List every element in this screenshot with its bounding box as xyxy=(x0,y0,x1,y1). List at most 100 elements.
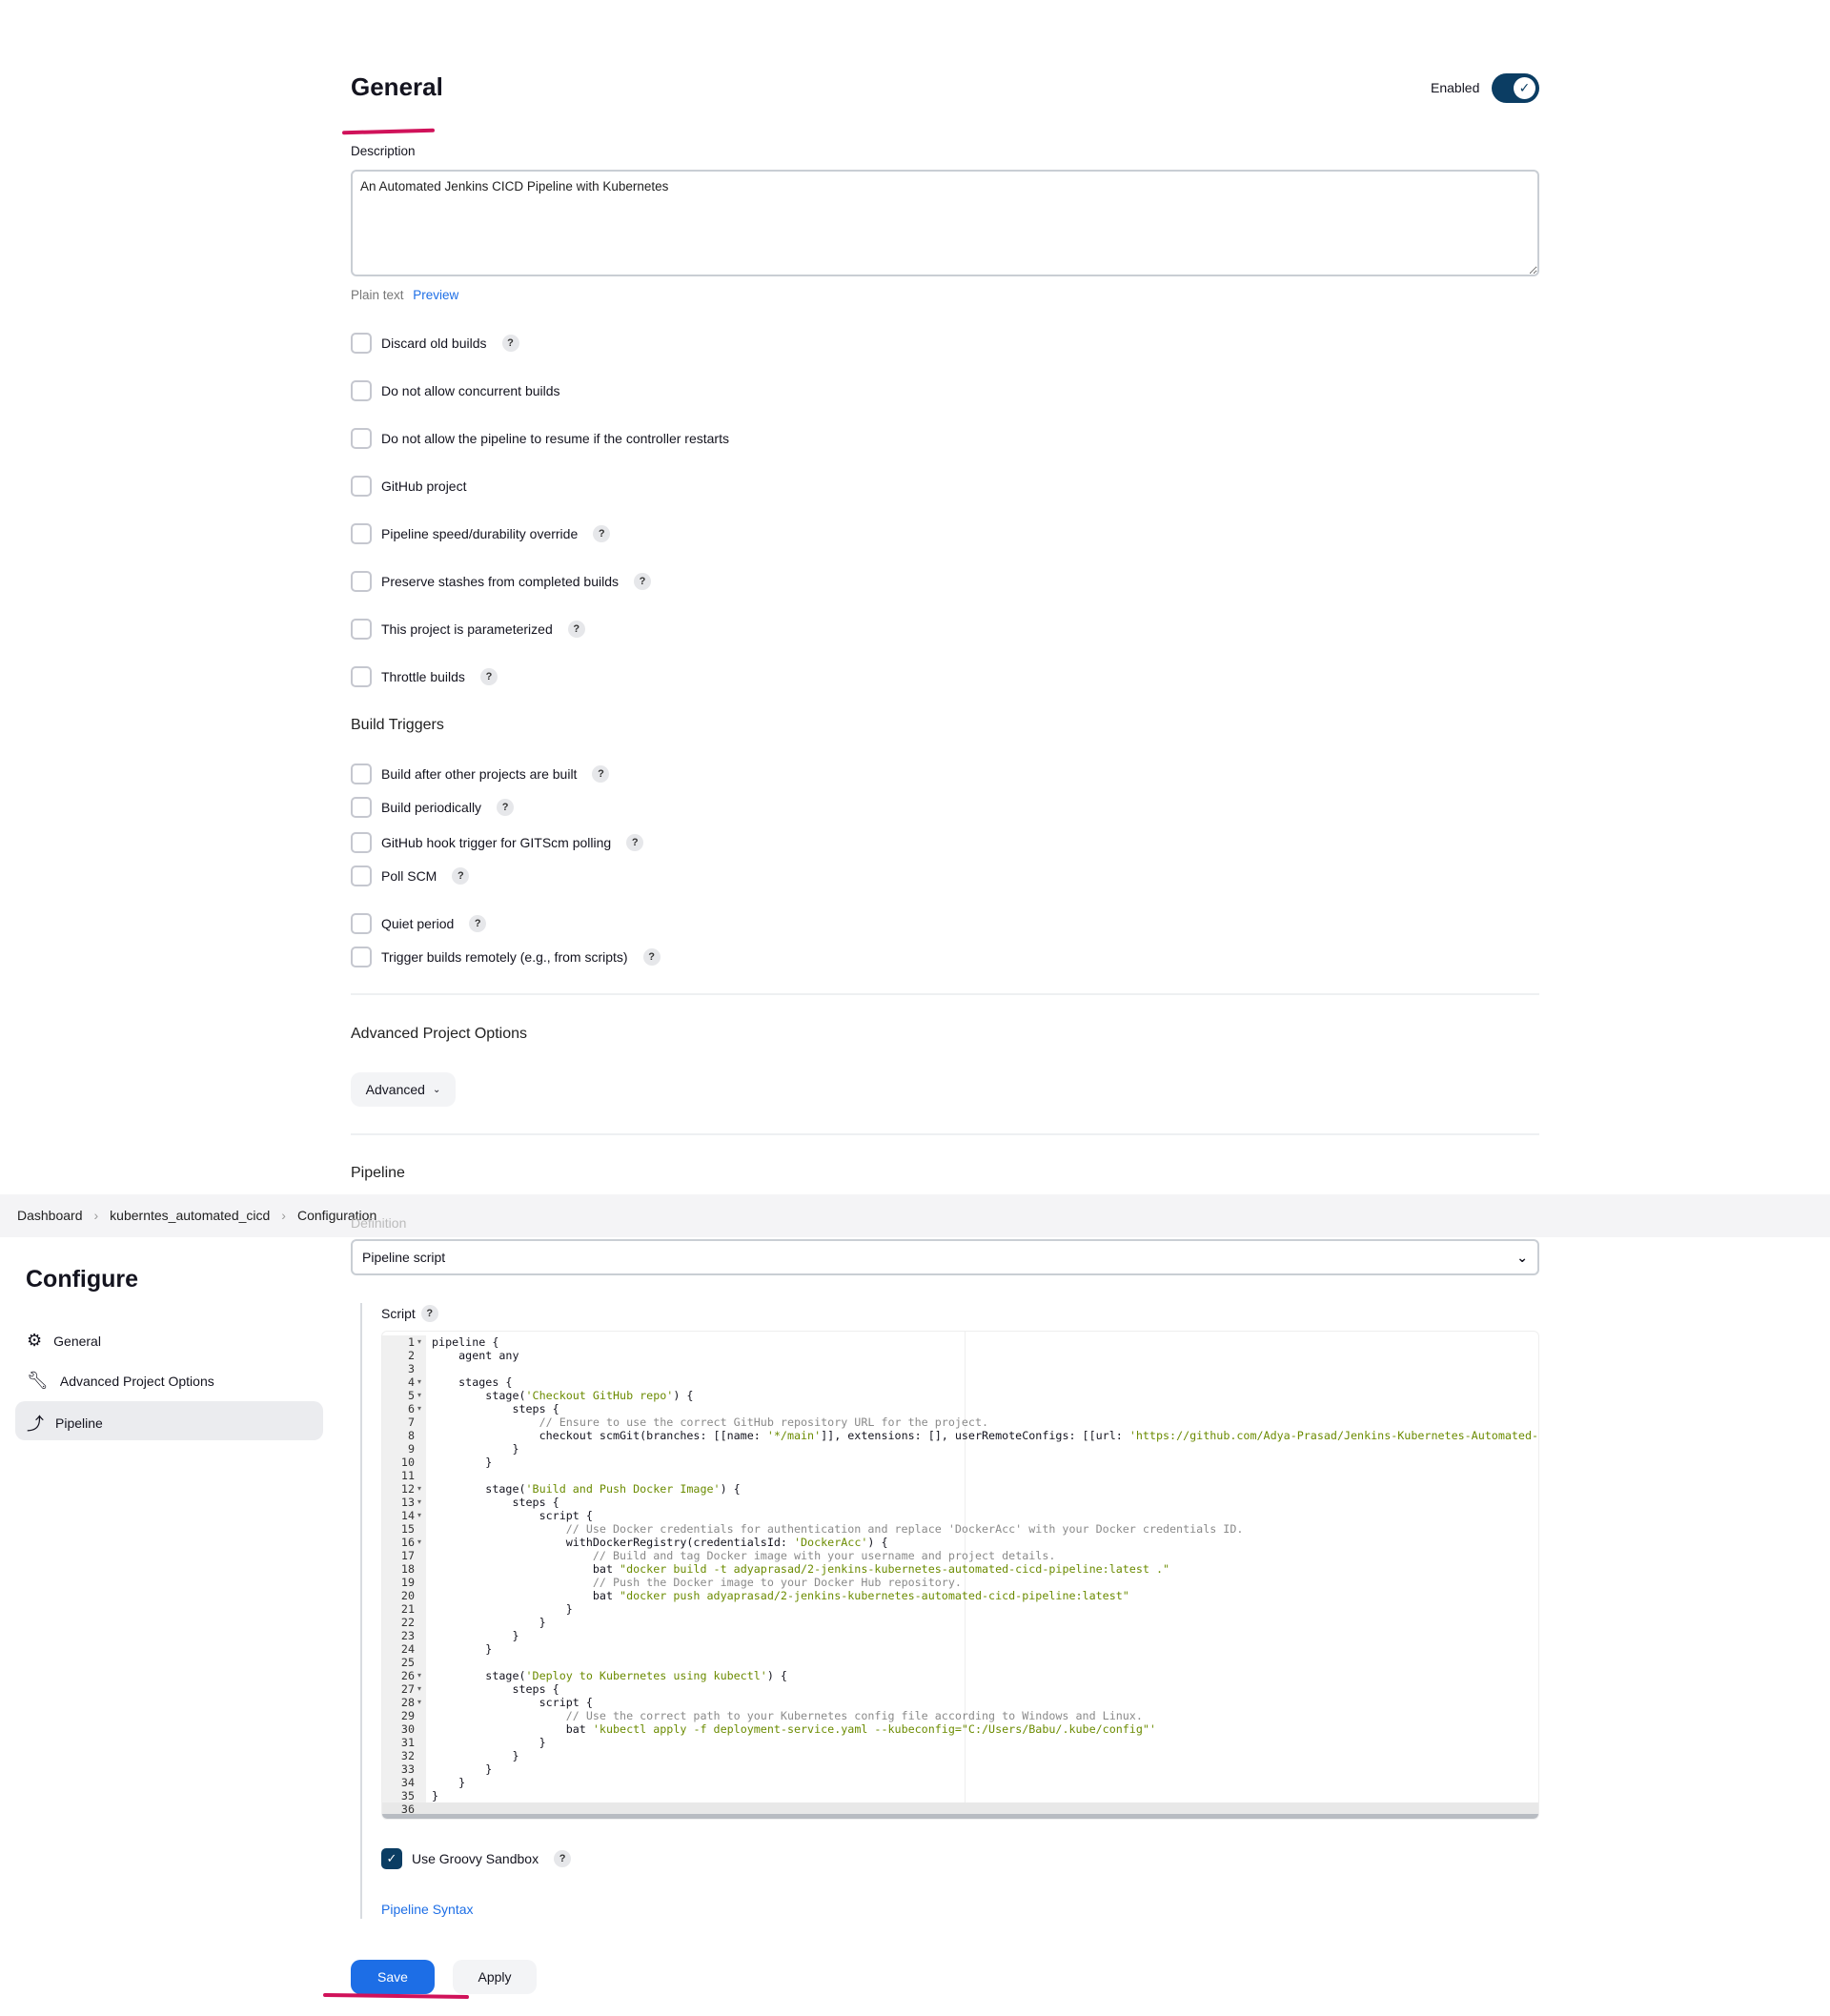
definition-select[interactable]: Pipeline script ⌄ xyxy=(351,1239,1539,1275)
general-checkbox[interactable] xyxy=(351,523,372,544)
code-line: bat "docker build -t adyaprasad/2-jenkin… xyxy=(432,1562,1170,1576)
line-number: 11 xyxy=(400,1469,415,1482)
general-checkbox[interactable] xyxy=(351,428,372,449)
help-icon[interactable]: ? xyxy=(501,335,519,352)
trigger-option: GitHub hook trigger for GITScm polling? xyxy=(351,832,644,853)
help-icon[interactable]: ? xyxy=(469,915,487,932)
section-title-general: General xyxy=(351,72,443,101)
advanced-button[interactable]: Advanced ⌄ xyxy=(351,1072,456,1107)
code-line: } xyxy=(432,1456,493,1469)
code-line: steps { xyxy=(432,1402,559,1415)
line-number: 19 xyxy=(400,1576,415,1589)
help-icon[interactable]: ? xyxy=(593,525,611,542)
sidebar-item-label: General xyxy=(53,1333,101,1349)
line-number: 12 xyxy=(400,1482,415,1496)
trigger-checkbox[interactable] xyxy=(351,764,372,784)
line-number: 16 xyxy=(400,1536,415,1549)
script-label: Script xyxy=(381,1306,416,1321)
help-icon[interactable]: ? xyxy=(634,573,651,590)
general-checkbox[interactable] xyxy=(351,666,372,687)
fold-arrow-icon[interactable]: ▾ xyxy=(417,1537,421,1546)
fold-arrow-icon[interactable]: ▾ xyxy=(417,1404,421,1413)
line-number: 6 xyxy=(407,1402,415,1415)
preview-link[interactable]: Preview xyxy=(413,288,458,302)
line-number: 20 xyxy=(400,1589,415,1602)
fold-arrow-icon[interactable]: ▾ xyxy=(417,1497,421,1506)
help-icon[interactable]: ? xyxy=(592,765,610,783)
description-input[interactable]: An Automated Jenkins CICD Pipeline with … xyxy=(351,170,1539,276)
fold-arrow-icon[interactable]: ▾ xyxy=(417,1377,421,1386)
general-checkbox[interactable] xyxy=(351,619,372,640)
help-icon[interactable]: ? xyxy=(420,1305,438,1322)
fold-arrow-icon[interactable]: ▾ xyxy=(417,1684,421,1693)
groovy-sandbox-checkbox[interactable]: ✓ xyxy=(381,1848,402,1869)
horizontal-scrollbar[interactable] xyxy=(382,1814,1538,1819)
chevron-down-icon: ⌄ xyxy=(1516,1249,1528,1265)
code-line: } xyxy=(432,1789,439,1802)
general-checkbox[interactable] xyxy=(351,476,372,497)
line-number: 22 xyxy=(400,1616,415,1629)
line-number: 25 xyxy=(400,1656,415,1669)
sidebar-item-advanced[interactable]: 🔧︎ Advanced Project Options xyxy=(27,1371,214,1391)
trigger-checkbox[interactable] xyxy=(351,865,372,886)
code-line: // Ensure to use the correct GitHub repo… xyxy=(539,1415,989,1429)
sidebar-item-pipeline[interactable]: ⤴ Pipeline xyxy=(27,1411,103,1436)
fold-arrow-icon[interactable]: ▾ xyxy=(417,1484,421,1493)
code-line: } xyxy=(432,1629,519,1642)
code-line: // Use the correct path to your Kubernet… xyxy=(565,1709,1143,1722)
script-editor[interactable]: 1 ▾ pipeline {2 agent any 3 4 ▾ stages {5 ▾ st… xyxy=(381,1331,1539,1820)
general-checkbox[interactable] xyxy=(351,571,372,592)
sidebar-item-label: Pipeline xyxy=(55,1415,103,1431)
help-icon[interactable]: ? xyxy=(452,867,470,885)
enabled-label: Enabled xyxy=(1431,80,1480,95)
trigger-option: Quiet period? xyxy=(351,913,487,934)
line-number: 34 xyxy=(400,1776,415,1789)
breadcrumb-dashboard[interactable]: Dashboard xyxy=(17,1208,83,1223)
divider xyxy=(351,1133,1539,1135)
code-line: withDockerRegistry(credentialsId: 'Docke… xyxy=(432,1536,888,1549)
code-line: } xyxy=(432,1736,546,1749)
save-button[interactable]: Save xyxy=(351,1960,435,1994)
section-rule xyxy=(360,1303,362,1919)
general-checkbox[interactable] xyxy=(351,333,372,354)
help-icon[interactable]: ? xyxy=(479,668,498,685)
annotation-underline xyxy=(341,128,436,135)
line-number: 15 xyxy=(400,1522,415,1536)
help-icon[interactable]: ? xyxy=(554,1850,572,1867)
option-label: Pipeline speed/durability override xyxy=(381,526,579,541)
fold-arrow-icon[interactable]: ▾ xyxy=(417,1337,421,1346)
enabled-toggle[interactable]: ✓ xyxy=(1492,73,1539,103)
general-option: Discard old builds? xyxy=(351,333,519,354)
fold-arrow-icon[interactable]: ▾ xyxy=(417,1698,421,1706)
trigger-checkbox[interactable] xyxy=(351,797,372,818)
code-line: } xyxy=(432,1776,466,1789)
line-number: 9 xyxy=(407,1442,415,1456)
code-line: // Push the Docker image to your Docker … xyxy=(592,1576,962,1589)
definition-label: Definition xyxy=(351,1215,407,1231)
sidebar-title: Configure xyxy=(26,1266,139,1293)
fold-arrow-icon[interactable]: ▾ xyxy=(417,1671,421,1680)
divider xyxy=(351,993,1539,995)
help-icon[interactable]: ? xyxy=(626,834,644,851)
general-option: Do not allow the pipeline to resume if t… xyxy=(351,428,729,449)
trigger-checkbox[interactable] xyxy=(351,947,372,967)
option-label: Quiet period xyxy=(381,916,455,931)
help-icon[interactable]: ? xyxy=(567,621,585,638)
help-icon[interactable]: ? xyxy=(497,799,515,816)
fold-arrow-icon[interactable]: ▾ xyxy=(417,1391,421,1399)
general-checkbox[interactable] xyxy=(351,380,372,401)
pipeline-syntax-link[interactable]: Pipeline Syntax xyxy=(381,1902,474,1917)
help-icon[interactable]: ? xyxy=(642,948,661,966)
sidebar-item-general[interactable]: ⚙ General xyxy=(27,1331,101,1351)
line-number: 31 xyxy=(400,1736,415,1749)
breadcrumb-job[interactable]: kuberntes_automated_cicd xyxy=(110,1208,270,1223)
line-number: 32 xyxy=(400,1749,415,1762)
option-label: Trigger builds remotely (e.g., from scri… xyxy=(381,949,628,965)
fold-arrow-icon[interactable]: ▾ xyxy=(417,1511,421,1519)
line-number: 2 xyxy=(407,1349,415,1362)
trigger-checkbox[interactable] xyxy=(351,913,372,934)
trigger-checkbox[interactable] xyxy=(351,832,372,853)
chevron-right-icon: › xyxy=(93,1208,99,1223)
option-label: This project is parameterized xyxy=(381,621,553,637)
apply-button[interactable]: Apply xyxy=(453,1960,537,1994)
